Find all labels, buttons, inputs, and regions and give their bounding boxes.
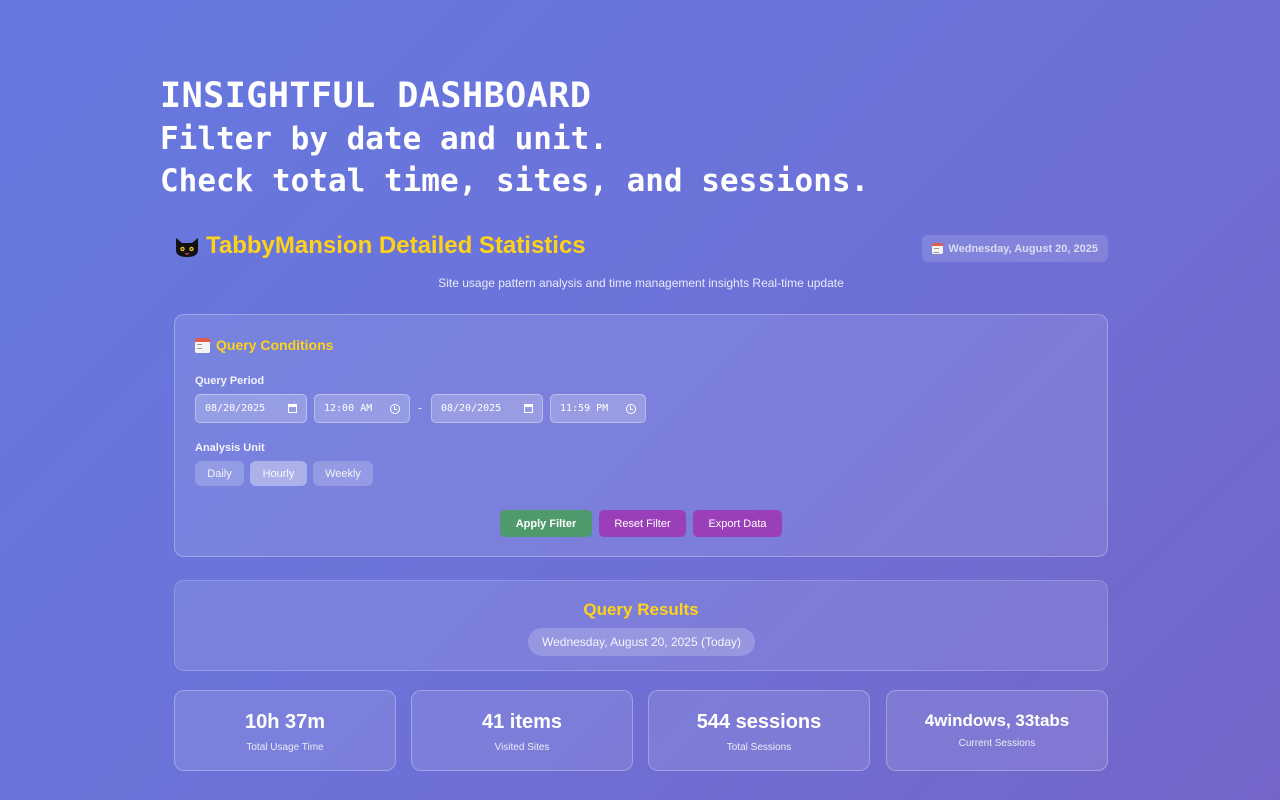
query-period-label: Query Period (195, 375, 265, 387)
date-picker-icon[interactable] (288, 404, 297, 413)
start-time-value: 12:00 AM (324, 403, 373, 414)
stat-value: 544 sessions (696, 711, 822, 733)
stat-card-total-usage: 10h 37m Total Usage Time (174, 690, 396, 771)
unit-weekly-button[interactable]: Weekly (313, 461, 373, 486)
reset-filter-button[interactable]: Reset Filter (599, 510, 686, 537)
stat-value: 41 items (481, 711, 563, 733)
end-time-value: 11:59 PM (560, 403, 609, 414)
start-date-input[interactable]: 08/20/2025 (195, 394, 307, 423)
stat-label: Visited Sites (494, 742, 550, 753)
apply-filter-button[interactable]: Apply Filter (500, 510, 592, 537)
query-results-title: Query Results (583, 600, 699, 619)
stat-label: Current Sessions (958, 738, 1036, 749)
hero-line-2: Check total time, sites, and sessions. (160, 163, 870, 199)
stat-label: Total Usage Time (246, 742, 324, 753)
stat-value: 10h 37m (244, 711, 326, 733)
hero-title: INSIGHTFUL DASHBOARD (160, 76, 592, 116)
query-conditions-title: Query Conditions (216, 337, 334, 353)
time-picker-icon[interactable] (390, 403, 400, 414)
query-conditions-panel: Query Conditions Query Period 08/20/2025… (174, 314, 1108, 557)
black-cat-icon (176, 238, 198, 257)
stat-value: 4windows, 33tabs (924, 711, 1070, 730)
calendar-icon (195, 337, 210, 353)
app-header: TabbyMansion Detailed Statistics Wednesd… (174, 230, 1108, 266)
range-separator: - (418, 401, 423, 415)
stat-card-current-sessions: 4windows, 33tabs Current Sessions (886, 690, 1108, 771)
stat-label: Total Sessions (726, 742, 792, 753)
hero-banner: INSIGHTFUL DASHBOARD Filter by date and … (160, 74, 869, 202)
unit-daily-button[interactable]: Daily (195, 461, 244, 486)
query-results-panel: Query Results Wednesday, August 20, 2025… (174, 580, 1108, 671)
date-picker-icon[interactable] (524, 404, 533, 413)
query-conditions-heading: Query Conditions (195, 337, 333, 353)
page-subtitle: Site usage pattern analysis and time man… (438, 276, 844, 290)
current-date-chip: Wednesday, August 20, 2025 (922, 235, 1108, 262)
current-date-text: Wednesday, August 20, 2025 (948, 242, 1098, 255)
start-date-value: 08/20/2025 (205, 403, 266, 414)
hero-line-1: Filter by date and unit. (160, 121, 608, 157)
time-picker-icon[interactable] (626, 403, 636, 414)
end-time-input[interactable]: 11:59 PM (550, 394, 646, 423)
analysis-unit-label: Analysis Unit (195, 442, 265, 454)
end-date-value: 08/20/2025 (441, 403, 502, 414)
unit-hourly-button[interactable]: Hourly (250, 461, 307, 486)
end-date-input[interactable]: 08/20/2025 (431, 394, 543, 423)
query-results-date-badge: Wednesday, August 20, 2025 (Today) (528, 628, 755, 656)
start-time-input[interactable]: 12:00 AM (314, 394, 410, 423)
app-title: TabbyMansion Detailed Statistics (206, 232, 586, 259)
export-data-button[interactable]: Export Data (693, 510, 782, 537)
stat-card-visited-sites: 41 items Visited Sites (411, 690, 633, 771)
calendar-icon (932, 243, 944, 254)
stat-card-total-sessions: 544 sessions Total Sessions (648, 690, 870, 771)
